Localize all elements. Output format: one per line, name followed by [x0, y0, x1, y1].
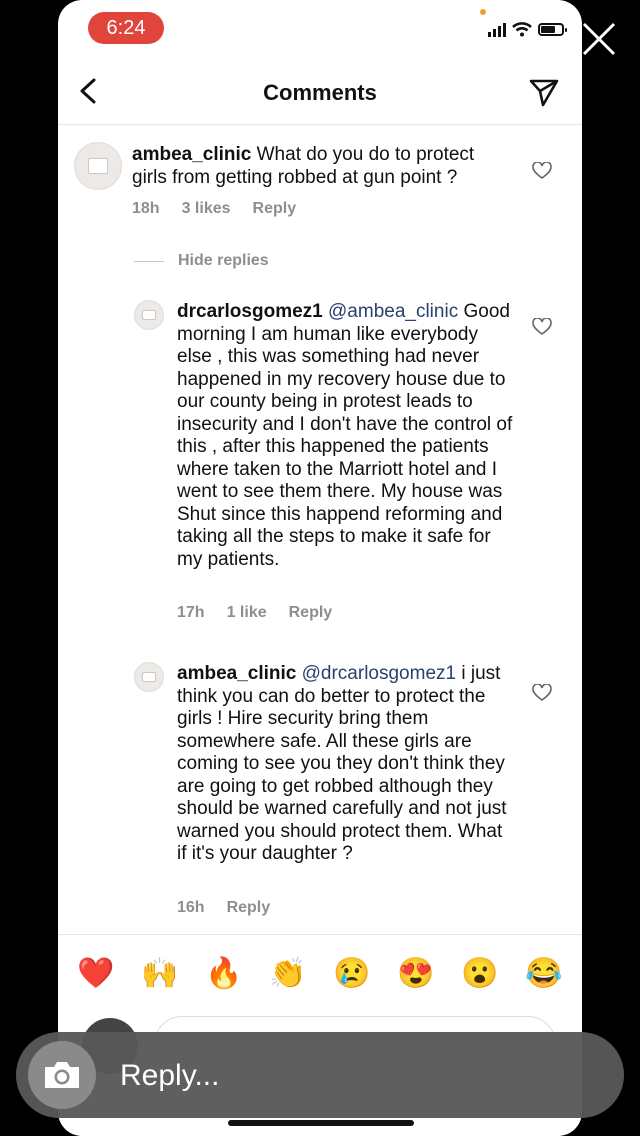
- emoji-fire[interactable]: 🔥: [202, 956, 246, 991]
- reply-button[interactable]: Reply: [227, 899, 271, 916]
- comment-meta: 17h 1 like Reply: [177, 604, 354, 622]
- comment-time: 17h: [177, 604, 205, 621]
- close-icon[interactable]: [580, 20, 618, 58]
- wifi-icon: [512, 22, 532, 37]
- privacy-indicator: [480, 9, 486, 15]
- emoji-reaction-bar: ❤️ 🙌 🔥 👏 😢 😍 😮 😂: [58, 934, 582, 1012]
- battery-icon: [538, 23, 567, 36]
- emoji-clapping-hands[interactable]: 👏: [266, 956, 310, 991]
- comment-text: Good morning I am human like everybody e…: [177, 301, 513, 570]
- comment-time: 16h: [177, 899, 205, 916]
- avatar[interactable]: [134, 300, 164, 330]
- comment-mention[interactable]: @drcarlosgomez1: [302, 663, 456, 684]
- comment-username[interactable]: ambea_clinic: [132, 144, 251, 165]
- comment-meta: 18h 3 likes Reply: [132, 200, 318, 218]
- send-icon[interactable]: [526, 74, 562, 110]
- comment-item: ambea_clinic @drcarlosgomez1 i just thin…: [58, 658, 582, 928]
- comment-body: ambea_clinic @drcarlosgomez1 i just thin…: [177, 663, 517, 866]
- emoji-surprised-face[interactable]: 😮: [458, 956, 502, 991]
- status-time[interactable]: 6:24: [88, 12, 164, 44]
- story-reply-bar: Reply...: [16, 1032, 624, 1118]
- comment-meta: 16h Reply: [177, 899, 292, 917]
- home-indicator[interactable]: [228, 1120, 414, 1126]
- hide-replies-label[interactable]: Hide replies: [178, 252, 269, 270]
- like-heart-icon[interactable]: [532, 162, 552, 180]
- reply-button[interactable]: Reply: [253, 200, 297, 217]
- comment-item: drcarlosgomez1 @ambea_clinic Good mornin…: [58, 296, 582, 636]
- hide-replies-toggle[interactable]: Hide replies: [134, 252, 269, 270]
- camera-button[interactable]: [28, 1041, 96, 1109]
- cellular-signal-icon: [488, 22, 506, 37]
- emoji-heart-eyes[interactable]: 😍: [394, 956, 438, 991]
- reply-input[interactable]: Reply...: [120, 1059, 219, 1093]
- like-heart-icon[interactable]: [532, 684, 552, 702]
- comment-body: drcarlosgomez1 @ambea_clinic Good mornin…: [177, 301, 517, 571]
- avatar[interactable]: [74, 142, 122, 190]
- emoji-crying-face[interactable]: 😢: [330, 956, 374, 991]
- emoji-raised-hands[interactable]: 🙌: [138, 956, 182, 991]
- phone-screen: 6:24 Comments ambea_clinic What do you d…: [58, 0, 582, 1136]
- comment-likes[interactable]: 3 likes: [182, 200, 231, 217]
- comment-text: i just think you can do better to protec…: [177, 663, 507, 864]
- comment-time: 18h: [132, 200, 160, 217]
- comment-mention[interactable]: @ambea_clinic: [328, 301, 458, 322]
- emoji-heart[interactable]: ❤️: [74, 956, 118, 991]
- like-heart-icon[interactable]: [532, 318, 552, 336]
- comment-username[interactable]: ambea_clinic: [177, 663, 296, 684]
- comment-likes[interactable]: 1 like: [227, 604, 267, 621]
- status-icons: [488, 22, 567, 37]
- avatar[interactable]: [134, 662, 164, 692]
- comment-username[interactable]: drcarlosgomez1: [177, 301, 323, 322]
- comment-item: ambea_clinic What do you do to protect g…: [58, 124, 582, 234]
- page-title: Comments: [263, 80, 377, 105]
- emoji-laughing-face[interactable]: 😂: [522, 956, 566, 991]
- divider: [134, 260, 164, 262]
- comment-body: ambea_clinic What do you do to protect g…: [132, 144, 512, 189]
- camera-icon: [45, 1062, 79, 1088]
- comments-header: Comments: [58, 62, 582, 125]
- reply-button[interactable]: Reply: [289, 604, 333, 621]
